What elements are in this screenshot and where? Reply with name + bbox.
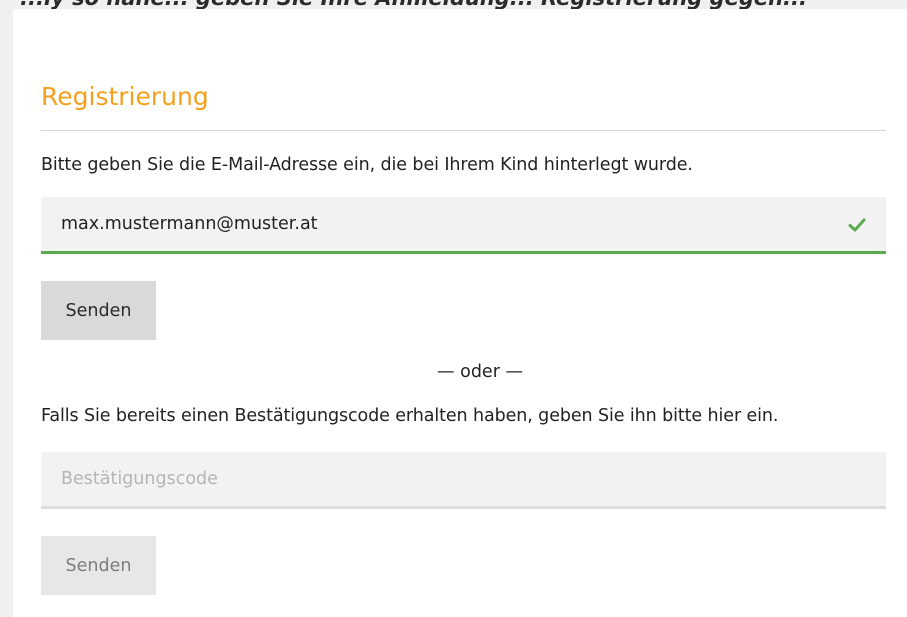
clipped-header-text: ...ly so nahe... geben Sie Ihre Anmeldun… xyxy=(20,0,807,9)
or-divider: — oder — xyxy=(437,362,523,382)
title-divider xyxy=(41,130,886,131)
check-icon xyxy=(848,218,866,232)
top-header-strip: ...ly so nahe... geben Sie Ihre Anmeldun… xyxy=(0,0,907,9)
email-instruction: Bitte geben Sie die E-Mail-Adresse ein, … xyxy=(41,155,693,175)
code-field-container xyxy=(41,452,886,509)
confirmation-code-input[interactable] xyxy=(41,452,886,506)
email-field-container xyxy=(41,197,886,254)
left-page-margin xyxy=(0,9,13,617)
code-instruction: Falls Sie bereits einen Bestätigungscode… xyxy=(41,406,779,426)
registration-card: Registrierung Bitte geben Sie die E-Mail… xyxy=(13,9,907,617)
send-email-button[interactable]: Senden xyxy=(41,281,156,340)
page-title: Registrierung xyxy=(41,82,209,111)
email-field[interactable] xyxy=(41,197,886,251)
send-code-button[interactable]: Senden xyxy=(41,536,156,595)
